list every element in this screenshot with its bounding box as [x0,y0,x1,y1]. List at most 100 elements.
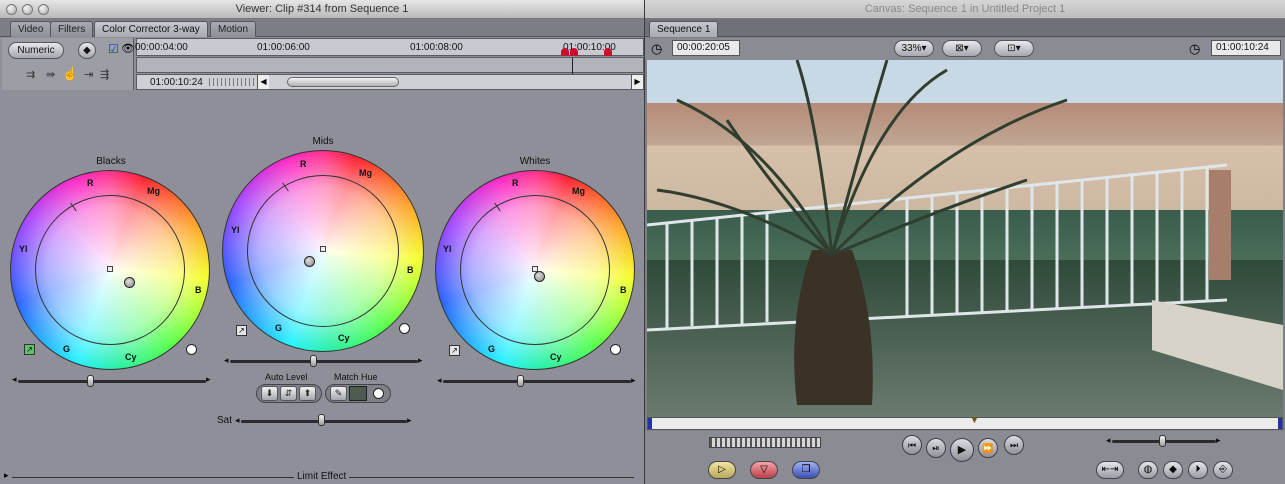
whites-label-yl: Yl [443,244,452,254]
canvas-video-frame[interactable] [647,60,1283,417]
play-around-icon[interactable]: ⏩ [978,438,998,458]
canvas-playhead-icon[interactable]: ▼ [970,415,979,425]
zoom-slider[interactable] [209,78,255,86]
canvas-scrubber-bar[interactable]: ▼ [647,415,1283,430]
tab-filters[interactable]: Filters [50,21,94,37]
mids-label-mg: Mg [359,168,372,178]
overlay-popup[interactable]: ⊡▾ [994,40,1034,57]
tab-motion[interactable]: Motion [210,21,257,37]
keyframe-diamond-icon: ◆ [83,45,91,56]
out-point-marker-icon[interactable] [604,48,612,56]
limit-effect-disclosure-icon[interactable]: ▸ [4,470,9,481]
duration-timecode[interactable]: 00:00:20:05 [672,40,740,56]
insert-edit-icon[interactable]: ▷ [708,461,736,479]
match-frame-icon[interactable]: ⎆ [1213,461,1233,479]
overwrite-edit-icon[interactable]: ▽ [750,461,778,479]
canvas-titlebar: Canvas: Sequence 1 in Untitled Project 1 [645,0,1285,19]
out-point-icon[interactable] [1278,418,1282,429]
palm-trunk [794,250,873,405]
chevron-down-icon: ▾ [963,43,969,54]
ruler-label-2: 01:00:08:00 [410,42,463,53]
mids-label-r: R [300,159,307,169]
minimize-window-button[interactable] [22,4,33,15]
play-in-to-out-icon[interactable]: ⏯ [926,438,946,458]
tab-video[interactable]: Video [10,21,52,37]
blacks-balance-puck[interactable] [124,277,135,288]
enable-checkbox-icon[interactable]: ☑ [108,42,119,56]
auto-contrast-icon[interactable]: ⇵ [280,386,297,401]
eyedropper-icon[interactable]: ✎ [330,386,347,401]
keyframe-track[interactable] [136,57,644,74]
whites-level-thumb[interactable] [517,375,524,387]
whites-reset-button[interactable] [610,344,621,355]
blacks-center-mark [107,266,113,272]
eye-icon[interactable]: 👁 [121,42,135,55]
auto-black-level-icon[interactable]: ⬇ [261,386,278,401]
viewer-tabs: Video Filters Color Corrector 3-way Moti… [0,19,644,37]
blacks-label-r: R [87,178,94,188]
mids-slider-min-icon: ◂ [224,355,229,365]
match-hue-group: ✎ [325,384,391,403]
blacks-reset-button[interactable] [186,344,197,355]
scroll-thumb[interactable] [287,77,399,87]
sat-slider-max-icon: ▸ [407,415,412,425]
chevron-down-icon: ▾ [921,43,927,54]
copy-next-icon[interactable]: ⇥ [84,68,93,81]
previous-edit-icon[interactable]: ⏮ [902,435,922,455]
add-keyframe-icon[interactable]: ◆ [1163,461,1183,479]
copy-last-icon[interactable]: ⇶ [100,68,109,81]
keyframe-button[interactable]: ◆ [78,42,96,59]
whites-label-r: R [512,178,519,188]
in-point-marker-icon[interactable] [561,48,569,56]
zoom-window-button[interactable] [38,4,49,15]
whites-level-slider[interactable] [443,380,631,383]
limit-effect-label[interactable]: Limit Effect [294,471,350,482]
view-mode-icon: ⊠ [955,43,964,54]
view-popup[interactable]: ⊠▾ [942,40,982,57]
mark-clip-icon[interactable]: ⏵ [1188,461,1208,479]
mark-in-out-icon[interactable]: ⇤⇥ [1096,461,1124,479]
sat-slider-thumb[interactable] [318,414,325,426]
auto-white-level-icon[interactable]: ⬆ [299,386,316,401]
transport-controls: ⏮ ⏯ ▶ ⏩ ⏭ ◂ ▸ ▷ ▽ ❒ ⇤⇥ ◍ ◆ ⏵ ⎆ [645,431,1285,484]
mids-title: Mids [312,136,334,147]
blacks-level-slider[interactable] [18,380,206,383]
canvas-window: Canvas: Sequence 1 in Untitled Project 1… [645,0,1285,484]
mids-reset-button[interactable] [399,323,410,334]
playhead-marker-icon[interactable] [570,48,578,56]
mids-balance-puck[interactable] [304,256,315,267]
scroll-left-icon[interactable]: ◀ [257,75,269,89]
blacks-label-g: G [63,344,71,354]
whites-label-mg: Mg [572,186,585,196]
mids-select-auto-balance-icon[interactable]: ↗ [236,325,247,336]
next-edit-icon[interactable]: ⏭ [1004,435,1024,455]
numeric-button[interactable]: Numeric [8,42,64,59]
zoom-popup[interactable]: 33%▾ [894,40,934,57]
match-hue-reset-button[interactable] [373,388,384,399]
scroll-right-icon[interactable]: ▶ [631,75,643,89]
blacks-select-auto-balance-icon[interactable]: ↗ [24,344,35,355]
add-marker-icon[interactable]: ◍ [1138,461,1158,479]
playhead-line [572,58,573,74]
mids-level-thumb[interactable] [310,355,317,367]
tab-color-corrector[interactable]: Color Corrector 3-way [94,21,208,37]
shuttle-control[interactable] [709,437,821,448]
auto-level-label: Auto Level [265,372,308,382]
keyframe-ruler[interactable]: 00:00:04:00 01:00:06:00 01:00:08:00 01:0… [135,38,644,56]
current-timecode[interactable]: 01:00:10:24 [1211,40,1281,56]
jog-thumb[interactable] [1159,435,1166,447]
jog-min-icon: ◂ [1106,435,1111,445]
in-point-icon[interactable] [648,418,652,429]
tab-sequence-1[interactable]: Sequence 1 [649,21,719,37]
replace-edit-icon[interactable]: ❒ [792,461,820,479]
whites-select-auto-balance-icon[interactable]: ↗ [449,345,460,356]
hand-cursor-icon[interactable]: ☝ [62,66,78,82]
blacks-level-thumb[interactable] [87,375,94,387]
mids-level-slider[interactable] [230,360,418,363]
close-window-button[interactable] [6,4,17,15]
copy-forward-icon[interactable]: ⇛ [46,68,55,81]
play-icon[interactable]: ▶ [950,438,974,462]
copy-filter-icon[interactable]: ⇉ [26,68,35,81]
whites-balance-puck[interactable] [534,271,545,282]
match-color-swatch[interactable] [349,386,367,401]
